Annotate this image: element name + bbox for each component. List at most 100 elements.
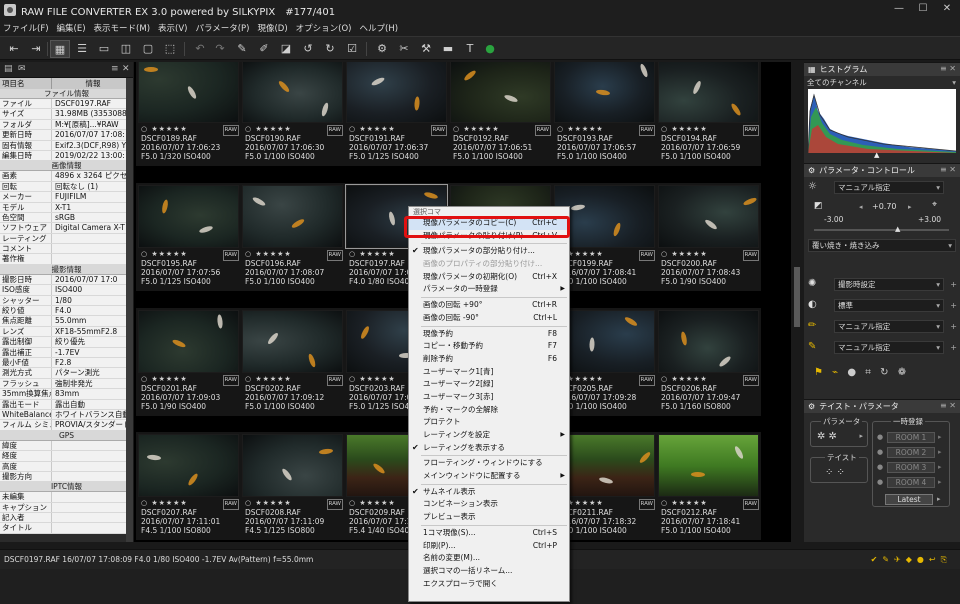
- redo-icon[interactable]: ↷: [210, 40, 230, 58]
- context-menu-item[interactable]: 削除予約 F6: [409, 353, 569, 366]
- info-section-header[interactable]: ファイル情報: [0, 89, 133, 99]
- filmstrip-view-icon[interactable]: ☰: [72, 40, 92, 58]
- room-slot[interactable]: ● ROOM 4 ▸: [877, 477, 945, 489]
- contrast-plus-icon[interactable]: +: [950, 301, 957, 310]
- context-menu-item[interactable]: ユーザーマーク3[赤]: [409, 391, 569, 404]
- thumbnail-image[interactable]: [658, 62, 759, 123]
- context-menu-item[interactable]: ✔ 現像パラメータの部分貼り付け...: [409, 245, 569, 258]
- room-button[interactable]: ROOM 4: [887, 477, 935, 488]
- context-menu-item[interactable]: コピー・移動予約 F7: [409, 340, 569, 353]
- room-slot[interactable]: ● ROOM 1 ▸: [877, 432, 945, 444]
- context-menu-item[interactable]: ✔ レーティングを表示する: [409, 442, 569, 455]
- info-section-header[interactable]: 撮影情報: [0, 264, 133, 275]
- menu-file[interactable]: ファイル(F): [3, 22, 49, 34]
- check-icon[interactable]: ●: [480, 40, 500, 58]
- histogram-channel-select[interactable]: 全てのチャンネル ▾: [804, 76, 960, 89]
- thumbnail-image[interactable]: [242, 434, 343, 497]
- rotate-icon[interactable]: ↻: [880, 367, 888, 378]
- thumbnail-image[interactable]: [658, 185, 759, 248]
- thumbnail-item[interactable]: ○ ★★★★★ RAW DSCF0192.RAF 2016/07/07 17:06:5…: [450, 62, 553, 163]
- context-menu-item[interactable]: プレビュー表示: [409, 511, 569, 524]
- context-menu-item[interactable]: メインウィンドウに配置する ▶: [409, 470, 569, 483]
- thumbnail-item[interactable]: ○ ★★★★★ RAW DSCF0208.RAF 2016/07/07 17:11:0…: [242, 434, 345, 537]
- thumbnail-image[interactable]: [138, 62, 239, 123]
- eyedropper-icon[interactable]: ⌁: [832, 367, 838, 378]
- room-slot[interactable]: ● ROOM 3 ▸: [877, 462, 945, 474]
- thumbnail-image[interactable]: [346, 62, 447, 123]
- info-scrollbar[interactable]: [126, 78, 133, 542]
- thumbnail-item[interactable]: ○ ★★★★★ RAW DSCF0201.RAF 2016/07/07 17:09:0…: [138, 310, 241, 413]
- context-menu-item[interactable]: コンビネーション表示: [409, 498, 569, 511]
- thumbnail-item[interactable]: ○ ★★★★★ RAW DSCF0207.RAF 2016/07/07 17:11:0…: [138, 434, 241, 537]
- thumbnail-image[interactable]: [554, 62, 655, 123]
- thumbnail-item[interactable]: ○ ★★★★★ RAW DSCF0196.RAF 2016/07/07 17:08:0…: [242, 185, 345, 288]
- menu-edit[interactable]: 編集(E): [57, 22, 86, 34]
- context-menu-item[interactable]: 画像の回転 -90° Ctrl+L: [409, 312, 569, 325]
- context-menu-item[interactable]: 現像パラメータの初期化(O) Ctrl+X: [409, 271, 569, 284]
- panel-close-icon[interactable]: ✕: [122, 64, 134, 75]
- lens-icon[interactable]: ❁: [898, 367, 906, 378]
- exposure-value[interactable]: +0.70: [872, 202, 897, 211]
- color2-plus-icon[interactable]: +: [950, 343, 957, 352]
- color1-dropdown[interactable]: マニュアル指定: [834, 320, 944, 333]
- context-menu-item[interactable]: エクスプローラで開く: [409, 578, 569, 591]
- menu-help[interactable]: ヘルプ(H): [360, 22, 399, 34]
- context-menu-item[interactable]: レーティングを設定 ▶: [409, 429, 569, 442]
- info-tab-icon[interactable]: ▤: [4, 64, 16, 75]
- context-menu-item[interactable]: 名前の変更(M)...: [409, 552, 569, 565]
- single-view-icon[interactable]: ▭: [94, 40, 114, 58]
- context-menu-item[interactable]: ✔ サムネイル表示: [409, 486, 569, 499]
- parameter-close-icon[interactable]: ≡ ✕: [940, 165, 956, 174]
- thumbnail-item[interactable]: ○ ★★★★★ RAW DSCF0200.RAF 2016/07/07 17:08:4…: [658, 185, 761, 288]
- context-menu-item[interactable]: フローティング・ウィンドウにする: [409, 457, 569, 470]
- param-add-icon[interactable]: ✲ ✲: [817, 431, 837, 442]
- menu-view-mode[interactable]: 表示モード(M): [94, 22, 150, 34]
- partial-paste-icon[interactable]: ◪: [276, 40, 296, 58]
- latest-arrow-icon[interactable]: ▸: [937, 495, 941, 503]
- color2-dropdown[interactable]: マニュアル指定: [834, 341, 944, 354]
- fullscreen-view-icon[interactable]: ▢: [138, 40, 158, 58]
- thumbnail-image[interactable]: [138, 434, 239, 497]
- settings-icon[interactable]: ✂: [394, 40, 414, 58]
- param-arrow-icon[interactable]: ▸: [859, 432, 863, 440]
- menu-view[interactable]: 表示(V): [158, 22, 187, 34]
- rotate-right-icon[interactable]: ↻: [320, 40, 340, 58]
- exposure-decrement-icon[interactable]: ◂: [859, 203, 863, 211]
- maximize-button[interactable]: ☐: [912, 0, 934, 18]
- exposure-slider[interactable]: [814, 229, 949, 231]
- thumbnail-image[interactable]: [242, 185, 343, 248]
- grid-view-icon[interactable]: ▦: [50, 40, 70, 58]
- wb-picker-icon[interactable]: ⚑: [814, 367, 823, 378]
- info-section-header[interactable]: 画像情報: [0, 161, 133, 172]
- thumbnail-item[interactable]: ○ ★★★★★ RAW DSCF0206.RAF 2016/07/07 17:09:4…: [658, 310, 761, 413]
- sphere-icon[interactable]: ●: [847, 367, 856, 378]
- thumbnail-image[interactable]: [450, 62, 551, 123]
- room-button[interactable]: ROOM 2: [887, 447, 935, 458]
- thumbnail-item[interactable]: ○ ★★★★★ RAW DSCF0193.RAF 2016/07/07 17:06:5…: [554, 62, 657, 163]
- context-menu-item[interactable]: 現像予約 F8: [409, 328, 569, 341]
- display-icon[interactable]: ▬: [438, 40, 458, 58]
- context-menu-item[interactable]: 選択コマの一括リネーム...: [409, 565, 569, 578]
- thumbnail-image[interactable]: [658, 434, 759, 497]
- context-menu-item[interactable]: パラメータの一時登録 ▶: [409, 283, 569, 296]
- context-menu-item[interactable]: 予約・マークの全解除: [409, 404, 569, 417]
- thumbnail-item[interactable]: ○ ★★★★★ RAW DSCF0191.RAF 2016/07/07 17:06:3…: [346, 62, 449, 163]
- room-slot[interactable]: ● ROOM 2 ▸: [877, 447, 945, 459]
- paste-param-icon[interactable]: ✐: [254, 40, 274, 58]
- thumbnail-image[interactable]: [138, 185, 239, 248]
- histogram-close-icon[interactable]: ≡ ✕: [940, 64, 956, 73]
- sharp-plus-icon[interactable]: +: [950, 280, 957, 289]
- menu-develop[interactable]: 現像(D): [257, 22, 287, 34]
- tools-icon[interactable]: ⚒: [416, 40, 436, 58]
- context-menu-item[interactable]: 画像の回転 +90° Ctrl+R: [409, 299, 569, 312]
- taste-close-icon[interactable]: ≡ ✕: [940, 401, 956, 410]
- info-section-header[interactable]: GPS: [0, 430, 133, 441]
- batch-icon[interactable]: ⚙: [372, 40, 392, 58]
- minimize-button[interactable]: —: [888, 0, 910, 18]
- color1-plus-icon[interactable]: +: [950, 322, 957, 331]
- taste-add-icon[interactable]: ⁘ ⁘: [825, 467, 845, 478]
- compare-view-icon[interactable]: ◫: [116, 40, 136, 58]
- rotate-left-icon[interactable]: ↺: [298, 40, 318, 58]
- thumbnail-item[interactable]: ○ ★★★★★ RAW DSCF0202.RAF 2016/07/07 17:09:1…: [242, 310, 345, 413]
- exposure-slider-thumb[interactable]: ▲: [895, 225, 900, 233]
